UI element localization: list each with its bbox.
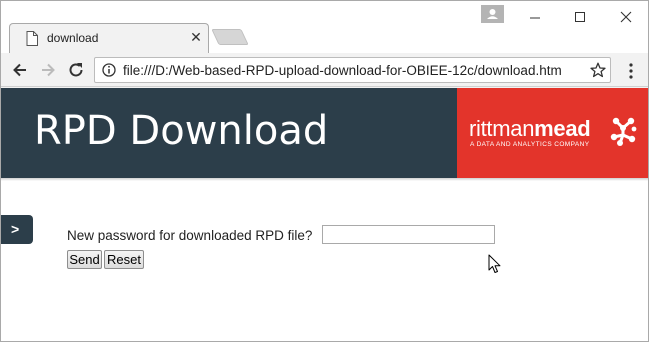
send-button[interactable]: Send	[67, 250, 102, 269]
minimize-icon[interactable]	[523, 7, 547, 27]
brand-name-bold: mead	[534, 116, 591, 141]
password-input[interactable]	[322, 225, 495, 244]
profile-icon[interactable]	[481, 5, 504, 23]
star-icon[interactable]	[590, 62, 606, 78]
browser-toolbar: file:///D:/Web-based-RPD-upload-download…	[1, 53, 648, 87]
tab-download[interactable]: download ✕	[9, 23, 209, 53]
kebab-menu-icon[interactable]	[627, 62, 635, 80]
brand-name-light: rittman	[469, 116, 535, 141]
maximize-icon[interactable]	[568, 7, 592, 27]
browser-window: download ✕ file:///D:/Web-based-RPD-uplo…	[0, 0, 649, 342]
reset-button[interactable]: Reset	[104, 250, 144, 269]
title-bar: download ✕	[1, 1, 648, 53]
new-tab-button[interactable]	[211, 29, 249, 45]
info-icon[interactable]	[102, 63, 116, 77]
tab-title: download	[47, 31, 99, 45]
brand-wordmark: rittmanmead	[469, 116, 591, 142]
password-label: New password for downloaded RPD file?	[67, 228, 313, 243]
brand-tagline: A DATA AND ANALYTICS COMPANY	[470, 141, 590, 148]
banner-shadow	[1, 178, 648, 181]
window-close-icon[interactable]	[614, 7, 638, 27]
brand-logo: rittmanmead A DATA AND ANALYTICS COMPANY	[457, 88, 648, 178]
page-title: RPD Download	[34, 108, 329, 154]
url-text[interactable]: file:///D:/Web-based-RPD-upload-download…	[123, 63, 588, 78]
reload-icon[interactable]	[66, 60, 86, 80]
sidebar-toggle-button[interactable]: >	[1, 215, 33, 244]
mouse-cursor-icon	[488, 254, 501, 273]
address-bar[interactable]: file:///D:/Web-based-RPD-upload-download…	[94, 57, 611, 83]
page-banner: RPD Download rittmanmead A DATA AND ANAL…	[1, 88, 648, 178]
close-tab-icon[interactable]: ✕	[187, 28, 205, 46]
forward-arrow-icon[interactable]	[38, 60, 58, 80]
page-viewport: RPD Download rittmanmead A DATA AND ANAL…	[1, 88, 648, 341]
back-arrow-icon[interactable]	[10, 60, 30, 80]
molecule-logo-icon	[610, 117, 637, 146]
document-icon	[26, 31, 38, 46]
